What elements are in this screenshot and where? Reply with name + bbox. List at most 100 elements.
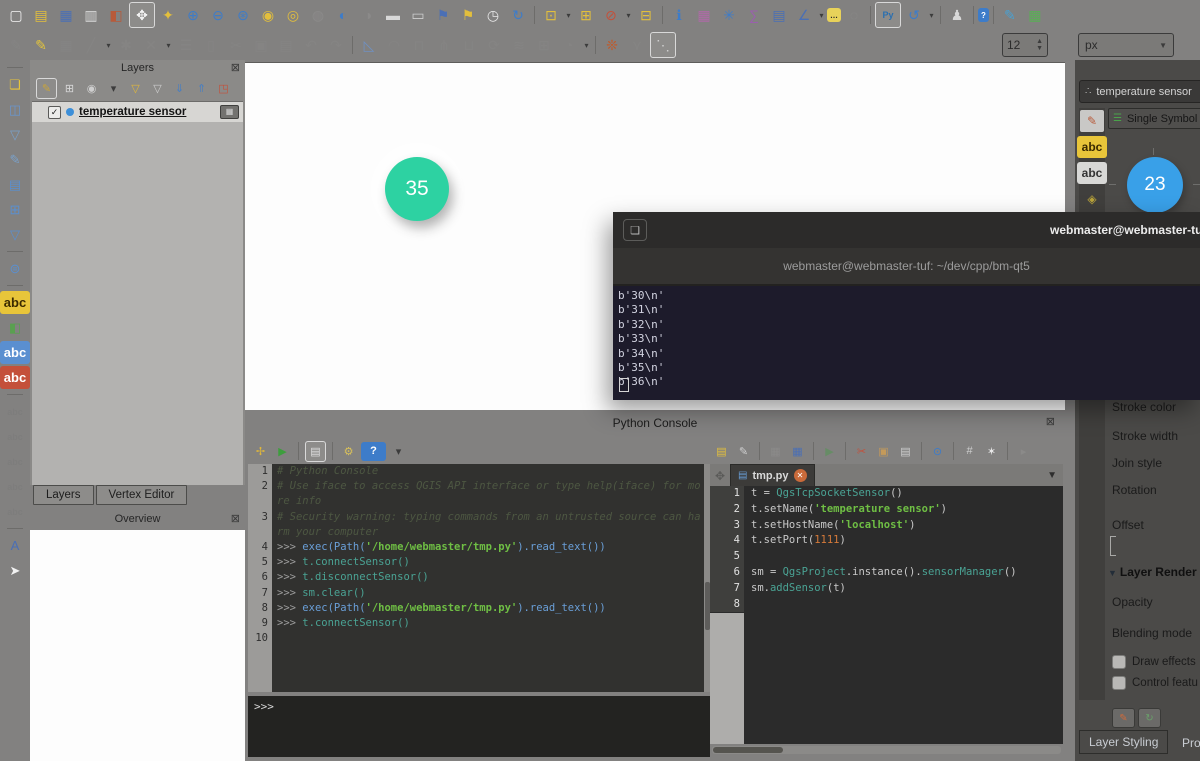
editor-hscrollbar[interactable]: [712, 746, 1061, 754]
zoom-to-layer-icon[interactable]: ◎: [281, 3, 305, 27]
identify-features-icon[interactable]: ℹ: [667, 3, 691, 27]
terminal-tab[interactable]: webmaster@webmaster-tuf: ~/dev/cpp/bm-qt…: [613, 248, 1200, 286]
measure-caret-icon[interactable]: ▾: [817, 3, 826, 27]
filter-legend-icon[interactable]: ▽: [126, 79, 145, 98]
statistics-icon[interactable]: ▦: [692, 3, 716, 27]
processing-toolbox-icon[interactable]: ✳: [717, 3, 741, 27]
zoom-out-icon[interactable]: ⊖: [206, 3, 230, 27]
move-feature-icon[interactable]: ❊: [600, 33, 624, 57]
toggle-comment-icon[interactable]: #: [960, 442, 979, 461]
new-bookmark-icon[interactable]: ⚑: [456, 3, 480, 27]
manage-map-themes-icon[interactable]: ◉: [82, 79, 101, 98]
refresh-map-icon[interactable]: ↻: [506, 3, 530, 27]
tab-layers[interactable]: Layers: [33, 485, 94, 505]
add-mesh-layer-icon[interactable]: ▽: [3, 123, 27, 146]
show-editor-icon[interactable]: ▤: [305, 441, 326, 462]
vertex-caret-icon[interactable]: ▾: [164, 33, 173, 57]
remove-layer-icon[interactable]: ◳: [214, 79, 233, 98]
open-layer-styling-icon[interactable]: ✎: [36, 78, 57, 99]
add-database-layer-icon[interactable]: ⊜: [3, 257, 27, 280]
deselect-features-icon[interactable]: ⊘: [599, 3, 623, 27]
console-output[interactable]: 1# Python Console2# Use iface to access …: [248, 464, 704, 692]
view-3d-tab-icon[interactable]: ◈: [1080, 188, 1104, 210]
measure-icon[interactable]: ∠: [792, 3, 816, 27]
new-map-view-icon[interactable]: ▦: [1023, 3, 1047, 27]
close-icon[interactable]: ⊠: [231, 62, 240, 74]
run-command-icon[interactable]: ▶: [273, 442, 292, 461]
attribute-table-icon[interactable]: ▤: [767, 3, 791, 27]
pan-to-selection-icon[interactable]: ✦: [156, 3, 180, 27]
undo-zoom-icon[interactable]: ↺: [902, 3, 926, 27]
pan-map-icon[interactable]: ✥: [129, 2, 155, 28]
annotation-icon[interactable]: ✎: [998, 3, 1022, 27]
zoom-in-icon[interactable]: ⊕: [181, 3, 205, 27]
symbol-type-dropdown[interactable]: ☰ Single Symbol: [1108, 108, 1200, 129]
symbology-tab-icon[interactable]: ✎: [1080, 110, 1104, 132]
zoom-to-selection-icon[interactable]: ◉: [256, 3, 280, 27]
temporal-controller-icon[interactable]: ◷: [481, 3, 505, 27]
editor-tab-tmp-py[interactable]: ▤ tmp.py ✕: [730, 464, 815, 486]
paste-icon[interactable]: ▤: [896, 442, 915, 461]
select-freehand-icon[interactable]: ⊟: [634, 3, 658, 27]
project-open-icon[interactable]: ▤: [29, 3, 53, 27]
clear-console-icon[interactable]: ✢: [251, 442, 270, 461]
layer-styling-shortcut-icon[interactable]: ◧: [3, 316, 27, 339]
save-checked-icon[interactable]: ▦: [788, 442, 807, 461]
control-feature-checkbox[interactable]: [1112, 676, 1126, 690]
new-print-layout-icon[interactable]: ▬: [381, 3, 405, 27]
code-editor[interactable]: 1t = QgsTcpSocketSensor()2t.setName('tem…: [710, 486, 1063, 744]
unit-dropdown[interactable]: px ▼: [1078, 33, 1174, 57]
copy-icon[interactable]: ▣: [874, 442, 893, 461]
show-bookmarks-icon[interactable]: ⚑: [431, 3, 455, 27]
layer-render-section[interactable]: ▼Layer Render: [1108, 565, 1197, 579]
console-input[interactable]: >>>: [248, 696, 710, 757]
font-size-spinner[interactable]: 12 ▲▼: [1002, 33, 1048, 57]
console-options-icon[interactable]: ⚙: [339, 442, 358, 461]
profile-tool-icon[interactable]: ♟: [945, 3, 969, 27]
move-tab-icon[interactable]: ✥: [710, 466, 730, 486]
snapping-options-icon[interactable]: ◺: [357, 33, 381, 57]
zoom-full-icon[interactable]: ⊛: [231, 3, 255, 27]
add-vector-tile-layer-icon[interactable]: ▽: [3, 223, 27, 246]
digitize-caret-icon[interactable]: ▾: [104, 33, 113, 57]
label-single-icon[interactable]: abc: [0, 341, 30, 364]
layer-row[interactable]: ✓ temperature sensor ▦: [32, 102, 243, 122]
add-group-icon[interactable]: ⊞: [60, 79, 79, 98]
new-tab-icon[interactable]: ❏: [623, 219, 647, 241]
expand-all-icon[interactable]: ⇓: [170, 79, 189, 98]
styling-layer-dropdown[interactable]: ∴ temperature sensor: [1079, 80, 1200, 103]
live-update-button[interactable]: ↻: [1138, 708, 1161, 728]
print-layout-icon[interactable]: ▥: [79, 3, 103, 27]
layout-manager-icon[interactable]: ▭: [406, 3, 430, 27]
object-inspector-icon[interactable]: ✶: [982, 442, 1001, 461]
close-icon[interactable]: ⊠: [1046, 416, 1055, 428]
project-new-icon[interactable]: ▢: [4, 3, 28, 27]
tab-list-dropdown-icon[interactable]: ▼: [1047, 470, 1057, 481]
statistical-summary-icon[interactable]: ∑: [742, 3, 766, 27]
add-delimited-text-layer-icon[interactable]: ▤: [3, 173, 27, 196]
open-script-icon[interactable]: ▤: [712, 442, 731, 461]
select-features-caret-icon[interactable]: ▾: [564, 3, 573, 27]
select-features-icon[interactable]: ⊡: [539, 3, 563, 27]
annotation-rect-icon[interactable]: ⋱: [650, 32, 676, 58]
help-caret-icon[interactable]: ▾: [389, 442, 408, 461]
masks-tab-icon[interactable]: abc: [1077, 162, 1107, 184]
cut-icon[interactable]: ✂: [852, 442, 871, 461]
project-save-icon[interactable]: ▦: [54, 3, 78, 27]
style-manager-icon[interactable]: ◧: [104, 3, 128, 27]
python-console-icon[interactable]: Py: [875, 2, 901, 28]
tab-vertex-editor[interactable]: Vertex Editor: [96, 485, 188, 505]
tab-processing[interactable]: Proc: [1182, 736, 1200, 750]
select-all-caret-icon[interactable]: ▾: [624, 3, 633, 27]
text-annotation-icon[interactable]: A: [3, 534, 27, 557]
labels-tab-icon[interactable]: abc: [1077, 136, 1107, 158]
find-text-icon[interactable]: ⊙: [928, 442, 947, 461]
terminal-output[interactable]: b'30\n'b'31\n'b'32\n'b'33\n'b'34\n'b'35\…: [613, 286, 1200, 400]
themes-caret-icon[interactable]: ▾: [104, 79, 123, 98]
toggle-editing-icon[interactable]: ✎: [29, 33, 53, 57]
add-raster-layer-icon[interactable]: ◫: [3, 98, 27, 121]
add-point-cloud-layer-icon[interactable]: ✎: [3, 148, 27, 171]
save-script-as-icon[interactable]: ✎: [734, 442, 753, 461]
undo-caret-icon[interactable]: ▾: [927, 3, 936, 27]
zoom-last-icon[interactable]: ◐: [331, 3, 355, 27]
